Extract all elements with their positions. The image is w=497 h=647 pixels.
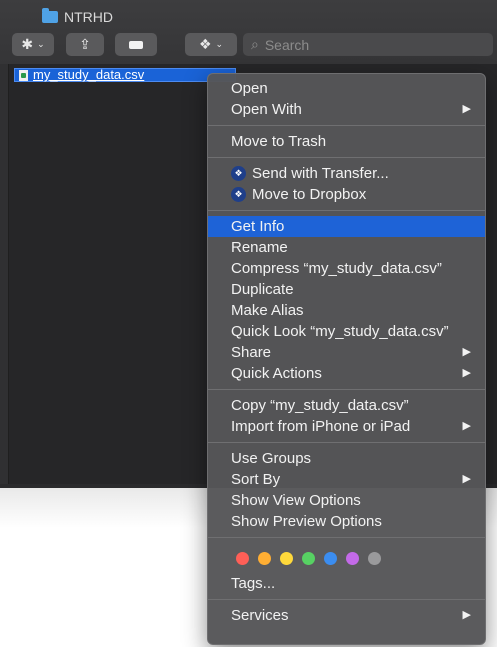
search-field[interactable]: ⌕ Search xyxy=(243,33,493,56)
menu-item-get-info[interactable]: Get Info xyxy=(208,216,485,237)
chevron-down-icon: ⌄ xyxy=(37,39,45,49)
action-gear-button[interactable]: ✱ ⌄ xyxy=(12,33,54,56)
menu-item-tags[interactable]: Tags... xyxy=(208,573,485,594)
menu-item-rename[interactable]: Rename xyxy=(208,237,485,258)
menu-item-show-preview-options[interactable]: Show Preview Options xyxy=(208,511,485,532)
menu-item-duplicate[interactable]: Duplicate xyxy=(208,279,485,300)
tag-colors-row xyxy=(208,543,485,573)
tag-color-dot[interactable] xyxy=(346,551,359,565)
folder-title: NTRHD xyxy=(64,9,113,25)
menu-separator xyxy=(208,599,485,600)
menu-item-compress[interactable]: Compress “my_study_data.csv” xyxy=(208,258,485,279)
menu-separator xyxy=(208,125,485,126)
menu-separator xyxy=(208,442,485,443)
file-row-selected[interactable]: my_study_data.csv xyxy=(14,68,236,82)
menu-item-quick-actions[interactable]: Quick Actions ▶ xyxy=(208,363,485,384)
menu-item-share[interactable]: Share ▶ xyxy=(208,342,485,363)
menu-item-services[interactable]: Services ▶ xyxy=(208,605,485,626)
menu-item-use-groups[interactable]: Use Groups xyxy=(208,448,485,469)
submenu-arrow-icon: ▶ xyxy=(462,473,471,485)
menu-item-move-to-trash[interactable]: Move to Trash xyxy=(208,131,485,152)
menu-item-make-alias[interactable]: Make Alias xyxy=(208,300,485,321)
tag-color-dot[interactable] xyxy=(302,551,315,565)
menu-item-import-from-iphone[interactable]: Import from iPhone or iPad ▶ xyxy=(208,416,485,437)
file-name: my_study_data.csv xyxy=(33,67,145,82)
chevron-down-icon: ⌄ xyxy=(215,39,224,49)
tag-icon xyxy=(129,40,143,49)
tags-button[interactable] xyxy=(115,33,157,56)
menu-item-quick-look[interactable]: Quick Look “my_study_data.csv” xyxy=(208,321,485,342)
sidebar-edge xyxy=(0,64,8,484)
submenu-arrow-icon: ▶ xyxy=(462,346,471,358)
submenu-arrow-icon: ▶ xyxy=(462,609,471,621)
tag-color-dot[interactable] xyxy=(324,551,337,565)
tag-color-dot[interactable] xyxy=(258,551,271,565)
tag-color-dot[interactable] xyxy=(236,551,249,565)
menu-item-copy[interactable]: Copy “my_study_data.csv” xyxy=(208,395,485,416)
menu-item-sort-by[interactable]: Sort By ▶ xyxy=(208,469,485,490)
menu-separator xyxy=(208,537,485,538)
search-icon: ⌕ xyxy=(251,36,259,52)
menu-item-move-to-dropbox[interactable]: ❖ Move to Dropbox xyxy=(208,184,485,205)
menu-item-open[interactable]: Open xyxy=(208,78,485,99)
menu-separator xyxy=(208,210,485,211)
dropbox-icon: ❖ xyxy=(231,187,246,202)
submenu-arrow-icon: ▶ xyxy=(462,420,471,432)
share-button[interactable]: ⇪ xyxy=(66,33,104,56)
dropbox-icon: ❖ xyxy=(231,166,246,181)
dropbox-icon: ❖ xyxy=(198,36,212,52)
folder-icon xyxy=(42,8,58,23)
tag-color-dot[interactable] xyxy=(368,551,381,565)
window-title: NTRHD xyxy=(42,8,113,25)
toolbar: NTRHD ✱ ⌄ ⇪ ❖ ⌄ ⌕ Search xyxy=(0,0,497,65)
context-menu: Open Open With ▶ Move to Trash ❖ Send with… xyxy=(207,73,486,645)
submenu-arrow-icon: ▶ xyxy=(462,103,471,115)
csv-file-icon xyxy=(19,69,28,81)
submenu-arrow-icon: ▶ xyxy=(462,367,471,379)
tag-color-dot[interactable] xyxy=(280,551,293,565)
menu-separator xyxy=(208,157,485,158)
menu-separator xyxy=(208,389,485,390)
menu-item-open-with[interactable]: Open With ▶ xyxy=(208,99,485,120)
menu-item-show-view-options[interactable]: Show View Options xyxy=(208,490,485,511)
dropbox-toolbar-button[interactable]: ❖ ⌄ xyxy=(185,33,237,56)
gear-icon: ✱ xyxy=(21,36,34,52)
share-icon: ⇪ xyxy=(79,36,91,52)
menu-item-send-with-transfer[interactable]: ❖ Send with Transfer... xyxy=(208,163,485,184)
search-placeholder: Search xyxy=(264,36,310,53)
